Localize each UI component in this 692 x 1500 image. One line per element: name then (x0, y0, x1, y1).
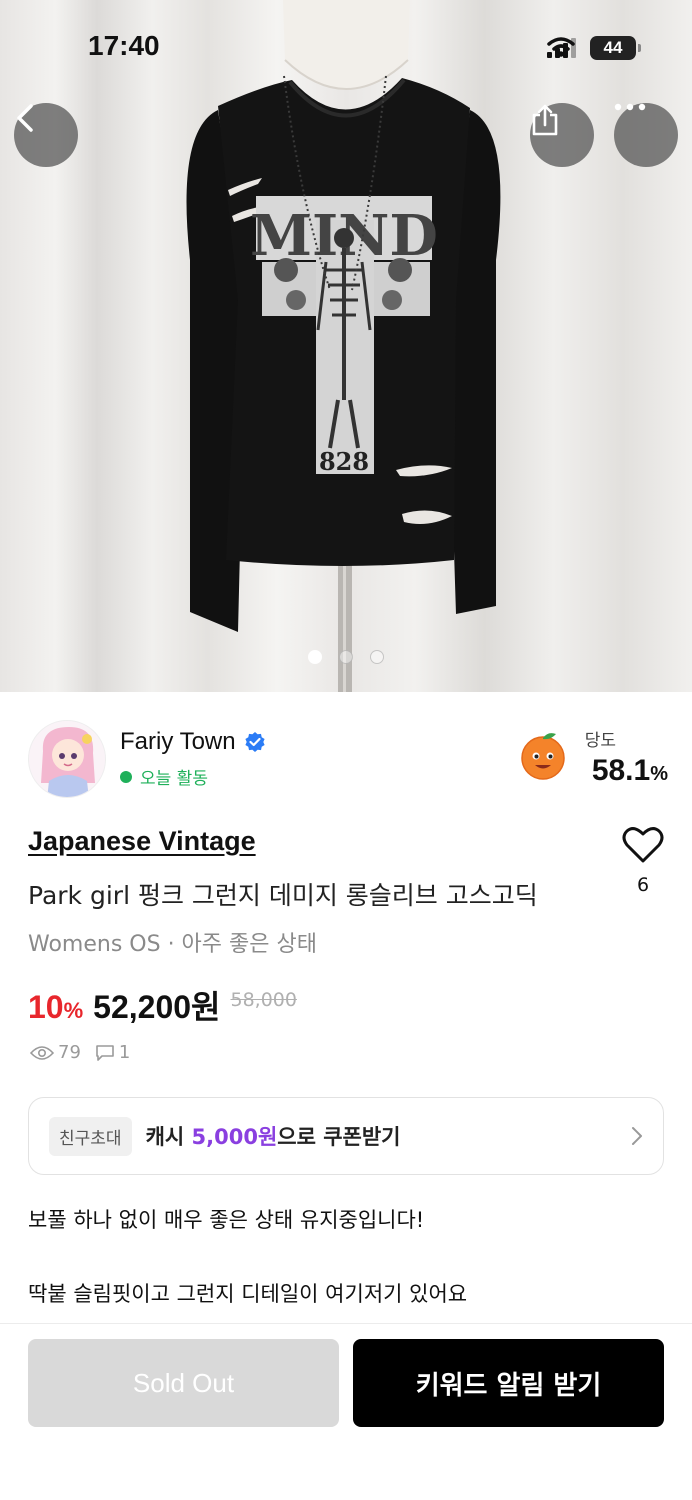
status-icons: 44 (547, 36, 641, 60)
brand-link[interactable]: Japanese Vintage (28, 826, 256, 857)
more-horizontal-icon (614, 103, 646, 111)
carousel-dot[interactable] (370, 650, 384, 664)
orange-mascot-icon (521, 733, 565, 780)
invite-tag: 친구초대 (49, 1116, 132, 1156)
sweetness-value: 58.1 (591, 754, 651, 787)
product-title: Park girl 펑크 그런지 데미지 롱슬리브 고스고딕 (28, 881, 538, 910)
comments-count: 1 (118, 1042, 131, 1063)
comment-icon (96, 1044, 114, 1061)
chevron-right-icon (632, 1127, 642, 1145)
product-size-condition: Womens OS · 아주 좋은 상태 (28, 932, 317, 957)
sweetness-label: 당도 (584, 731, 616, 751)
more-options-button[interactable] (614, 103, 678, 167)
sold-out-button: Sold Out (28, 1339, 339, 1427)
wifi-icon (547, 37, 575, 57)
heart-icon (622, 827, 664, 863)
product-photo: MIND 828 (186, 0, 501, 692)
seller-activity-status: 오늘 활동 (120, 764, 208, 789)
share-icon (532, 104, 558, 136)
carousel-dot-active[interactable] (308, 650, 322, 664)
product-image-carousel[interactable]: MIND 828 17:40 44 (0, 0, 692, 692)
verified-badge-icon (244, 732, 265, 752)
like-button[interactable]: 6 (620, 826, 666, 896)
carousel-dot[interactable] (339, 650, 353, 664)
original-price: 58,000 (230, 989, 297, 1011)
views-stat: 79 (30, 1042, 81, 1063)
print-number: 828 (319, 447, 369, 476)
engagement-stats: 79 1 (30, 1042, 130, 1063)
carousel-indicator (308, 650, 384, 664)
invite-text-suffix: 으로 쿠폰받기 (277, 1125, 401, 1149)
activity-label: 오늘 활동 (140, 769, 208, 789)
invite-text: 캐시 5,000원으로 쿠폰받기 (146, 1121, 401, 1151)
discount-rate: 10% (28, 989, 83, 1026)
like-count: 6 (636, 874, 650, 896)
avatar-illustration (29, 721, 105, 797)
eye-icon (30, 1045, 54, 1060)
discount-value: 10 (28, 989, 64, 1025)
sale-price: 52,200원 (93, 989, 221, 1025)
seller-avatar[interactable] (28, 720, 106, 798)
invite-text-prefix: 캐시 (145, 1125, 192, 1149)
bottom-action-bar: Sold Out 키워드 알림 받기 (0, 1323, 692, 1500)
battery-icon: 44 (590, 36, 641, 60)
seller-name-row[interactable]: Fariy Town (120, 728, 266, 756)
share-button[interactable] (530, 103, 594, 167)
back-button[interactable] (14, 103, 78, 167)
online-dot-icon (120, 770, 132, 783)
views-count: 79 (58, 1042, 81, 1063)
status-time: 17:40 (88, 30, 160, 61)
invite-amount: 5,000원 (191, 1125, 278, 1149)
description-line: 보풀 하나 없이 매우 좋은 상태 유지중입니다! (28, 1208, 425, 1232)
seller-name[interactable]: Fariy Town (120, 728, 236, 756)
invite-friends-banner[interactable]: 친구초대 캐시 5,000원으로 쿠폰받기 (28, 1097, 664, 1175)
comments-stat[interactable]: 1 (95, 1042, 130, 1063)
keyword-alert-button[interactable]: 키워드 알림 받기 (353, 1339, 664, 1427)
discount-unit: % (63, 998, 84, 1023)
sweetness-unit: % (650, 763, 668, 785)
seller-section[interactable]: Fariy Town 오늘 활동 당도 58.1% (28, 718, 668, 800)
chevron-left-icon (17, 104, 33, 132)
sweetness-score: 58.1% (592, 754, 668, 788)
price-row: 10% 52,200원 58,000 (28, 982, 297, 1028)
